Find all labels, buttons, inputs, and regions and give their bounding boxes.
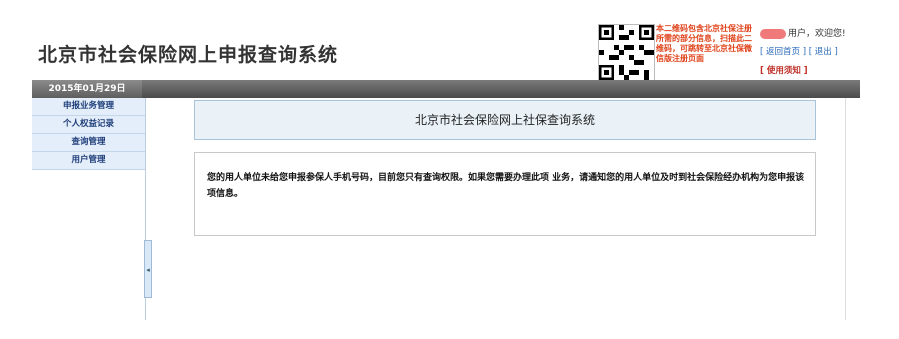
sidebar: 申报业务管理 个人权益记录 查询管理 用户管理: [32, 98, 146, 320]
date-display: 2015年01月29日: [32, 80, 142, 98]
qr-code-note: 本二维码包含北京社保注册所需的部分信息，扫描此二维码，可跳转至北京社保微信版注册…: [656, 24, 752, 63]
top-bar: [32, 80, 860, 98]
redacted-username: [760, 28, 786, 39]
sidebar-item-rights-record[interactable]: 个人权益记录: [32, 116, 145, 134]
user-greeting: 用户，欢迎您!: [760, 26, 846, 39]
notice-message: 您的用人单位未给您申报参保人手机号码，目前您只有查询权限。如果您需要办理此项 业…: [207, 173, 805, 199]
help-link[interactable]: [ 使用须知 ]: [760, 64, 808, 76]
sidebar-collapse-handle[interactable]: ◂: [144, 240, 152, 298]
header-links: [ 返回首页 ] [ 退出 ]: [760, 45, 838, 57]
logout-link[interactable]: [ 退出 ]: [809, 47, 838, 57]
greeting-text: 用户，欢迎您!: [788, 29, 846, 39]
page-title: 北京市社会保险网上社保查询系统: [194, 100, 816, 140]
sidebar-item-query[interactable]: 查询管理: [32, 134, 145, 152]
right-divider: [845, 98, 846, 320]
sidebar-item-declaration[interactable]: 申报业务管理: [32, 98, 145, 116]
notice-panel: 您的用人单位未给您申报参保人手机号码，目前您只有查询权限。如果您需要办理此项 业…: [194, 152, 816, 236]
sidebar-item-users[interactable]: 用户管理: [32, 152, 145, 170]
site-title: 北京市社会保险网上申报查询系统: [38, 44, 339, 66]
home-link[interactable]: [ 返回首页 ]: [760, 47, 806, 57]
qr-code: [598, 24, 655, 81]
